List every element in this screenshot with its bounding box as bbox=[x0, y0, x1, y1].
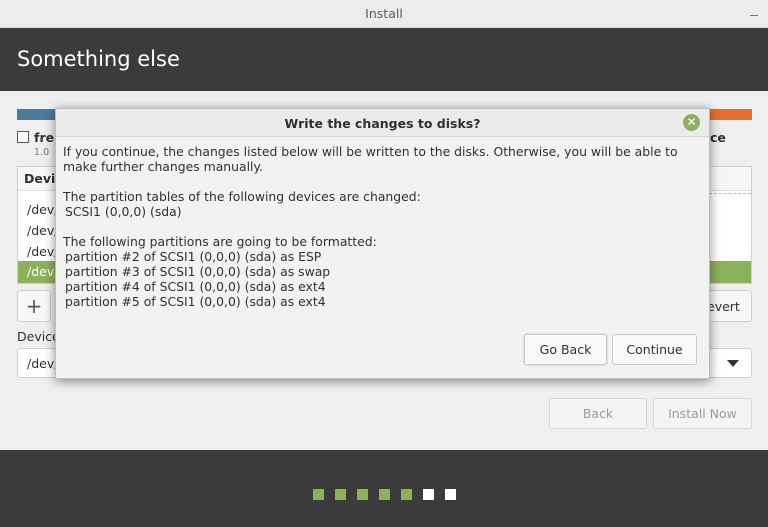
window-title: Install bbox=[365, 6, 403, 21]
progress-dot bbox=[335, 489, 346, 500]
add-partition-button[interactable]: + bbox=[17, 290, 51, 322]
free-space-checkbox[interactable] bbox=[17, 131, 29, 143]
progress-dot bbox=[357, 489, 368, 500]
free-space-size: 1.0 bbox=[34, 147, 50, 158]
chevron-down-icon bbox=[727, 360, 739, 367]
install-now-button[interactable]: Install Now bbox=[653, 398, 752, 429]
partition-tables-section: The partition tables of the following de… bbox=[63, 189, 708, 219]
boot-device-label: Device bbox=[17, 329, 60, 344]
free-space-label: fre bbox=[34, 130, 55, 145]
revert-label: evert bbox=[707, 299, 740, 314]
partition-table-item: SCSI1 (0,0,0) (sda) bbox=[65, 204, 182, 219]
format-section: The following partitions are going to be… bbox=[63, 234, 708, 309]
format-item: partition #4 of SCSI1 (0,0,0) (sda) as e… bbox=[65, 279, 326, 294]
progress-dot bbox=[445, 489, 456, 500]
table-row[interactable]: /dev/ bbox=[27, 264, 58, 279]
dialog-title: Write the changes to disks? bbox=[284, 116, 481, 131]
go-back-button[interactable]: Go Back bbox=[524, 334, 607, 365]
close-icon[interactable]: ✕ bbox=[683, 114, 700, 131]
progress-dot bbox=[401, 489, 412, 500]
dialog-intro: If you continue, the changes listed belo… bbox=[63, 144, 678, 174]
progress-dot bbox=[313, 489, 324, 500]
format-item: partition #5 of SCSI1 (0,0,0) (sda) as e… bbox=[65, 294, 326, 309]
continue-button[interactable]: Continue bbox=[612, 334, 697, 365]
table-divider bbox=[709, 193, 751, 194]
table-row[interactable]: /dev/ bbox=[27, 244, 58, 259]
window-titlebar: Install bbox=[0, 0, 768, 28]
partition-bar-left bbox=[17, 109, 57, 120]
legend-label-right: ce bbox=[710, 130, 726, 145]
format-item: partition #3 of SCSI1 (0,0,0) (sda) as s… bbox=[65, 264, 331, 279]
footer bbox=[0, 450, 768, 527]
progress-dot bbox=[379, 489, 390, 500]
table-row[interactable]: /dev/ bbox=[27, 202, 58, 217]
partition-bar-right bbox=[708, 109, 752, 120]
dialog-body: If you continue, the changes listed belo… bbox=[63, 144, 708, 324]
format-item: partition #2 of SCSI1 (0,0,0) (sda) as E… bbox=[65, 249, 322, 264]
confirm-dialog: Write the changes to disks? ✕ If you con… bbox=[55, 108, 710, 379]
page-header: Something else bbox=[0, 28, 768, 91]
partition-tables-heading: The partition tables of the following de… bbox=[63, 189, 421, 204]
progress-dot bbox=[423, 489, 434, 500]
plus-icon: + bbox=[25, 294, 43, 318]
boot-device-value: /dev/ bbox=[27, 356, 59, 371]
progress-dots bbox=[313, 489, 456, 500]
back-button[interactable]: Back bbox=[549, 398, 647, 429]
format-heading: The following partitions are going to be… bbox=[63, 234, 377, 249]
table-row[interactable]: /dev/ bbox=[27, 223, 58, 238]
dialog-titlebar: Write the changes to disks? ✕ bbox=[56, 109, 709, 137]
page-title: Something else bbox=[17, 47, 180, 71]
minimize-icon[interactable] bbox=[750, 15, 758, 16]
